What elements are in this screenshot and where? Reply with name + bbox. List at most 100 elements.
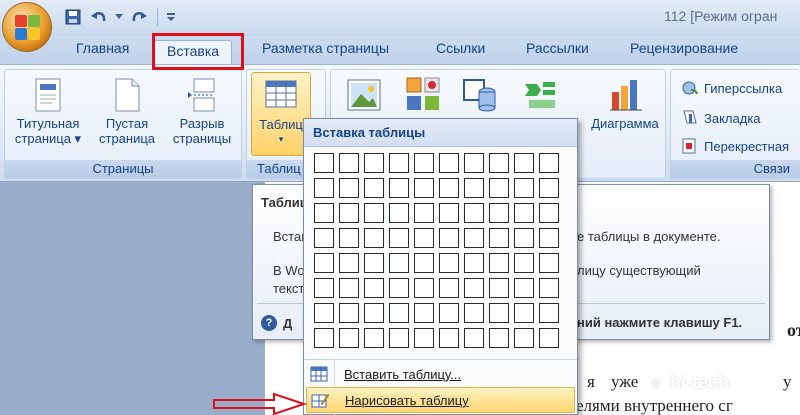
table-grid-cell[interactable] [339, 228, 359, 248]
table-button[interactable]: Таблиц ▾ [251, 72, 311, 156]
table-grid-cell[interactable] [314, 203, 334, 223]
hyperlink-button[interactable]: Гиперссылка [681, 80, 782, 96]
table-grid-cell[interactable] [414, 278, 434, 298]
table-grid-cell[interactable] [439, 178, 459, 198]
table-grid-cell[interactable] [389, 328, 409, 348]
table-grid-cell[interactable] [539, 203, 559, 223]
table-grid-cell[interactable] [314, 253, 334, 273]
table-grid-cell[interactable] [339, 278, 359, 298]
picture-button[interactable] [343, 78, 383, 116]
chart-button[interactable]: Диаграмма [587, 78, 663, 131]
tab-page-layout[interactable]: Разметка страницы [262, 40, 389, 64]
table-grid-cell[interactable] [389, 303, 409, 323]
table-grid-cell[interactable] [439, 228, 459, 248]
table-grid-cell[interactable] [439, 328, 459, 348]
office-button[interactable] [2, 2, 52, 52]
table-grid-cell[interactable] [489, 153, 509, 173]
table-grid-cell[interactable] [489, 178, 509, 198]
table-grid-cell[interactable] [489, 328, 509, 348]
table-grid-cell[interactable] [339, 253, 359, 273]
table-grid-cell[interactable] [364, 328, 384, 348]
clipart-button[interactable] [403, 76, 443, 114]
table-grid-cell[interactable] [439, 153, 459, 173]
page-break-button[interactable]: Разрыв страницы [165, 78, 239, 146]
table-grid-cell[interactable] [464, 153, 484, 173]
cross-reference-button[interactable]: Перекрестная [681, 138, 789, 154]
table-size-grid[interactable] [314, 153, 559, 348]
table-grid-cell[interactable] [439, 278, 459, 298]
table-grid-cell[interactable] [364, 153, 384, 173]
table-grid-cell[interactable] [514, 153, 534, 173]
table-grid-cell[interactable] [389, 253, 409, 273]
table-grid-cell[interactable] [414, 328, 434, 348]
table-grid-cell[interactable] [414, 228, 434, 248]
table-grid-cell[interactable] [539, 178, 559, 198]
table-grid-cell[interactable] [414, 253, 434, 273]
table-grid-cell[interactable] [489, 278, 509, 298]
table-grid-cell[interactable] [314, 303, 334, 323]
table-grid-cell[interactable] [339, 178, 359, 198]
table-grid-cell[interactable] [389, 178, 409, 198]
table-grid-cell[interactable] [339, 153, 359, 173]
table-grid-cell[interactable] [314, 178, 334, 198]
table-grid-cell[interactable] [389, 153, 409, 173]
table-grid-cell[interactable] [514, 278, 534, 298]
table-grid-cell[interactable] [364, 203, 384, 223]
redo-icon[interactable] [128, 6, 150, 28]
table-grid-cell[interactable] [364, 303, 384, 323]
table-grid-cell[interactable] [364, 228, 384, 248]
table-grid-cell[interactable] [514, 228, 534, 248]
table-grid-cell[interactable] [514, 178, 534, 198]
table-grid-cell[interactable] [364, 178, 384, 198]
smartart-button[interactable] [519, 78, 559, 116]
draw-table-item[interactable]: Нарисовать таблицу [306, 387, 575, 413]
table-grid-cell[interactable] [539, 153, 559, 173]
table-grid-cell[interactable] [339, 203, 359, 223]
tab-mailings[interactable]: Рассылки [526, 40, 589, 64]
table-grid-cell[interactable] [389, 228, 409, 248]
table-grid-cell[interactable] [489, 253, 509, 273]
bookmark-button[interactable]: Закладка [681, 110, 761, 126]
table-grid-cell[interactable] [489, 228, 509, 248]
table-grid-cell[interactable] [389, 278, 409, 298]
table-grid-cell[interactable] [464, 228, 484, 248]
table-grid-cell[interactable] [464, 253, 484, 273]
table-grid-cell[interactable] [464, 278, 484, 298]
table-grid-cell[interactable] [514, 303, 534, 323]
table-grid-cell[interactable] [489, 303, 509, 323]
insert-table-item[interactable]: Вставить таблицу... [306, 361, 575, 387]
tab-references[interactable]: Ссылки [436, 40, 485, 64]
table-grid-cell[interactable] [464, 178, 484, 198]
table-grid-cell[interactable] [439, 203, 459, 223]
table-grid-cell[interactable] [539, 303, 559, 323]
table-grid-cell[interactable] [364, 278, 384, 298]
blank-page-button[interactable]: Пустая страница [95, 78, 159, 146]
table-grid-cell[interactable] [489, 203, 509, 223]
tab-review[interactable]: Рецензирование [630, 40, 738, 64]
table-grid-cell[interactable] [464, 203, 484, 223]
table-grid-cell[interactable] [439, 303, 459, 323]
table-grid-cell[interactable] [514, 203, 534, 223]
undo-dropdown-icon[interactable] [114, 6, 124, 28]
table-grid-cell[interactable] [464, 328, 484, 348]
table-grid-cell[interactable] [339, 328, 359, 348]
table-grid-cell[interactable] [314, 328, 334, 348]
table-grid-cell[interactable] [414, 303, 434, 323]
table-grid-cell[interactable] [364, 253, 384, 273]
shapes-button[interactable] [459, 78, 499, 116]
table-grid-cell[interactable] [539, 328, 559, 348]
table-grid-cell[interactable] [314, 228, 334, 248]
table-grid-cell[interactable] [389, 203, 409, 223]
tab-home[interactable]: Главная [76, 40, 129, 64]
table-grid-cell[interactable] [539, 278, 559, 298]
customize-qat-icon[interactable] [165, 6, 177, 28]
table-grid-cell[interactable] [414, 178, 434, 198]
save-icon[interactable] [62, 6, 84, 28]
title-page-button[interactable]: Титульная страница ▾ [9, 78, 87, 146]
table-grid-cell[interactable] [439, 253, 459, 273]
table-grid-cell[interactable] [314, 153, 334, 173]
table-grid-cell[interactable] [414, 203, 434, 223]
table-grid-cell[interactable] [514, 328, 534, 348]
table-grid-cell[interactable] [539, 228, 559, 248]
table-grid-cell[interactable] [414, 153, 434, 173]
